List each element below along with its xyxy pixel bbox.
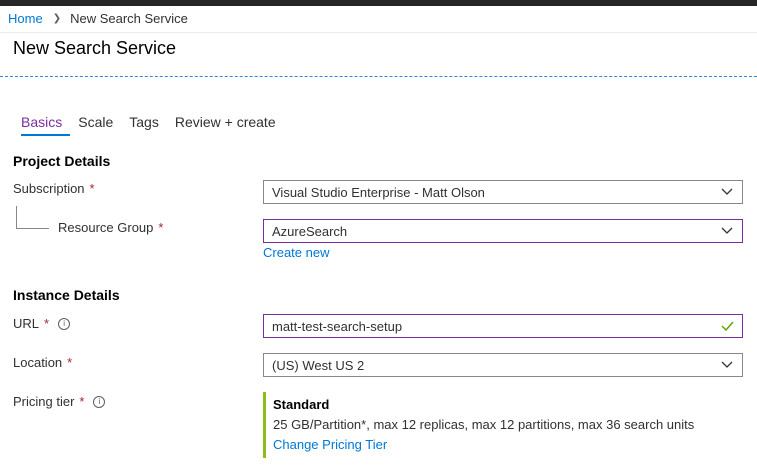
pricing-tier-name: Standard (273, 397, 330, 412)
url-label-text: URL (13, 316, 40, 331)
tab-bar: Basics Scale Tags Review + create (13, 112, 284, 136)
breadcrumb-home-link[interactable]: Home (8, 11, 43, 26)
chevron-down-icon (712, 227, 742, 235)
required-marker: * (89, 181, 95, 196)
info-icon[interactable]: i (93, 395, 106, 408)
change-pricing-tier-link[interactable]: Change Pricing Tier (273, 437, 694, 452)
chevron-down-icon (712, 188, 742, 196)
page-title: New Search Service (13, 38, 177, 58)
pricing-tier-label-text: Pricing tier (13, 394, 75, 409)
location-label-text: Location (13, 355, 63, 370)
chevron-right-icon: ❯ (52, 13, 62, 24)
resource-group-value: AzureSearch (272, 223, 348, 239)
tab-tags[interactable]: Tags (121, 112, 167, 136)
pricing-tier-summary: Standard 25 GB/Partition*, max 12 replic… (263, 392, 694, 458)
url-value: matt-test-search-setup (272, 318, 403, 334)
tree-connector (16, 206, 49, 229)
resource-group-label: Resource Group * (58, 220, 163, 235)
top-bar (0, 0, 757, 6)
breadcrumb: Home ❯ New Search Service (8, 11, 188, 26)
divider (0, 32, 757, 33)
required-marker: * (158, 220, 164, 235)
required-marker: * (67, 355, 73, 370)
subscription-label-text: Subscription (13, 181, 85, 196)
location-value: (US) West US 2 (272, 357, 365, 373)
tab-basics[interactable]: Basics (13, 112, 71, 136)
location-dropdown[interactable]: (US) West US 2 (263, 353, 743, 377)
required-marker: * (44, 316, 50, 331)
subscription-value: Visual Studio Enterprise - Matt Olson (272, 184, 485, 200)
subscription-label: Subscription * (13, 181, 95, 196)
pricing-tier-description: 25 GB/Partition*, max 12 replicas, max 1… (273, 417, 695, 432)
subscription-dropdown[interactable]: Visual Studio Enterprise - Matt Olson (263, 180, 743, 204)
tab-scale[interactable]: Scale (70, 112, 121, 136)
project-details-heading: Project Details (13, 153, 111, 169)
resource-group-dropdown[interactable]: AzureSearch (263, 219, 743, 243)
resource-group-label-text: Resource Group (58, 220, 154, 235)
url-label: URL * i (13, 316, 71, 331)
breadcrumb-current: New Search Service (70, 11, 188, 26)
create-new-link[interactable]: Create new (263, 245, 329, 260)
location-label: Location * (13, 355, 72, 370)
required-marker: * (79, 394, 85, 409)
tab-review-create[interactable]: Review + create (167, 112, 284, 136)
url-input[interactable]: matt-test-search-setup (263, 314, 743, 338)
dashed-divider (0, 76, 757, 77)
info-icon[interactable]: i (58, 317, 71, 330)
instance-details-heading: Instance Details (13, 287, 120, 303)
checkmark-icon (712, 321, 742, 331)
chevron-down-icon (712, 361, 742, 369)
pricing-tier-label: Pricing tier * i (13, 394, 106, 409)
